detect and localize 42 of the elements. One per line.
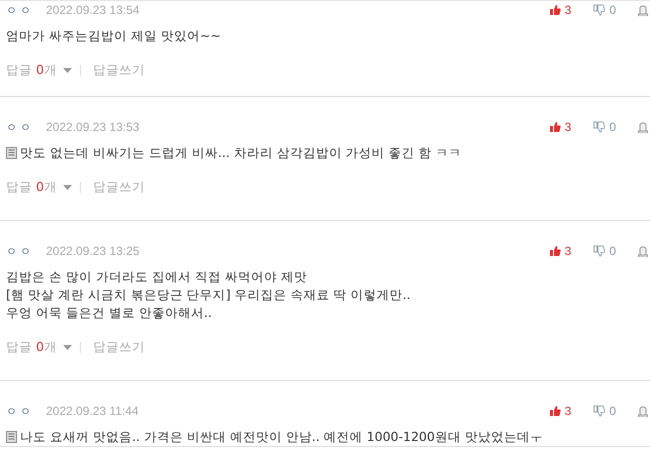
author-name[interactable]: ㅇㅇ	[6, 120, 46, 134]
siren-icon[interactable]	[638, 246, 648, 256]
siren-icon[interactable]	[638, 122, 648, 132]
caret-icon[interactable]	[62, 68, 72, 72]
comment-text: [햄 맛살 계란 시금치 볶은당근 단무지] 우리집은 속재료 딱 이렇게만..	[6, 286, 410, 304]
comment-text: 엄마가 싸주는김밥이 제일 맛있어~~	[6, 27, 221, 45]
dislike-count: 0	[609, 244, 616, 258]
comment-text: 맛도 없는데 비싸기는 드럽게 비싸... 차라리 삼각김밥이 가성비 좋긴 함 ㅋㅋ	[20, 144, 462, 162]
thumbs-down-icon[interactable]	[593, 4, 606, 16]
replies-toggle[interactable]: 답글 0개	[6, 338, 57, 356]
dislike-count: 0	[609, 3, 616, 17]
like-count: 3	[564, 3, 572, 17]
thumbs-down-icon[interactable]	[593, 245, 606, 257]
siren-icon[interactable]	[638, 406, 648, 416]
thumbs-down-icon[interactable]	[593, 121, 606, 133]
like-count: 3	[564, 404, 572, 418]
thumbs-up-icon[interactable]	[548, 4, 561, 16]
like-count: 3	[564, 120, 572, 134]
comment-date: 2022.09.23 13:54	[46, 3, 140, 17]
memo-icon	[6, 147, 17, 159]
author-name[interactable]: ㅇㅇ	[6, 244, 46, 258]
author-name[interactable]: ㅇㅇ	[6, 2, 46, 18]
memo-icon	[6, 431, 17, 443]
thumbs-up-icon[interactable]	[548, 405, 561, 417]
thumbs-up-icon[interactable]	[548, 121, 561, 133]
replies-toggle[interactable]: 답글 0개	[6, 178, 57, 196]
dislike-count: 0	[609, 404, 616, 418]
caret-icon[interactable]	[62, 344, 72, 350]
dislike-count: 0	[609, 120, 616, 134]
author-name[interactable]: ㅇㅇ	[6, 404, 46, 418]
caret-icon[interactable]	[62, 184, 72, 190]
thumbs-down-icon[interactable]	[593, 405, 606, 417]
comment-date: 2022.09.23 13:53	[46, 120, 140, 134]
comment-text: 우엉 어묵 들은건 별로 안좋아해서..	[6, 304, 212, 322]
like-count: 3	[564, 244, 572, 258]
comment-date: 2022.09.23 11:44	[46, 404, 139, 418]
replies-toggle[interactable]: 답글 0개	[6, 62, 57, 78]
comment-text: 나도 요새꺼 맛없음.. 가격은 비싼대 예전맛이 안남.. 예전에 1000-1200원대 맛났었는데ㅜ	[20, 428, 543, 446]
siren-icon[interactable]	[638, 4, 648, 16]
comment-date: 2022.09.23 13:25	[46, 244, 140, 258]
thumbs-up-icon[interactable]	[548, 245, 561, 257]
comment-text: 김밥은 손 많이 가더라도 집에서 직접 싸먹어야 제맛	[6, 268, 307, 286]
